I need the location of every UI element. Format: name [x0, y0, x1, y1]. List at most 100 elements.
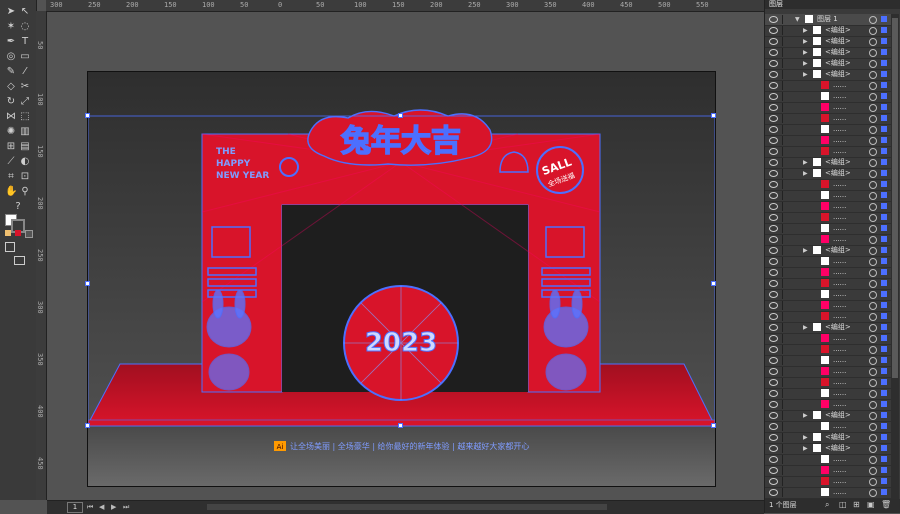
lock-toggle[interactable]	[782, 411, 792, 420]
target-circle-icon[interactable]	[869, 313, 877, 321]
visibility-eye-icon[interactable]	[769, 82, 778, 89]
target-circle-icon[interactable]	[869, 434, 877, 442]
prev-page-icon[interactable]: ◀	[99, 503, 104, 511]
layer-name[interactable]: ......	[833, 91, 846, 102]
lock-toggle[interactable]	[782, 422, 792, 431]
selection-indicator[interactable]	[881, 16, 887, 22]
blend-tool-icon[interactable]: ◐	[19, 156, 31, 168]
selection-indicator[interactable]	[881, 126, 887, 132]
visibility-eye-icon[interactable]	[769, 324, 778, 331]
target-circle-icon[interactable]	[869, 104, 877, 112]
color-mode-swatch[interactable]	[5, 230, 11, 236]
layer-name[interactable]: ......	[833, 278, 846, 289]
visibility-eye-icon[interactable]	[769, 60, 778, 67]
selection-indicator[interactable]	[881, 159, 887, 165]
lock-toggle[interactable]	[782, 147, 792, 156]
handle-bottom-left[interactable]	[85, 423, 90, 428]
magic-wand-tool-icon[interactable]: ✶	[5, 21, 17, 33]
selection-indicator[interactable]	[881, 434, 887, 440]
selection-indicator[interactable]	[881, 478, 887, 484]
gradient-mode-swatch[interactable]	[15, 230, 21, 236]
layer-name[interactable]: <编组>	[825, 25, 851, 36]
vertical-ruler[interactable]: 50 100 150 200 250 300 350 400 450	[36, 11, 47, 500]
expand-chevron-icon[interactable]: ▶	[803, 168, 808, 179]
lock-toggle[interactable]	[782, 191, 792, 200]
selection-indicator[interactable]	[881, 280, 887, 286]
target-circle-icon[interactable]	[869, 291, 877, 299]
delete-layer-icon[interactable]: 🗑	[881, 500, 891, 509]
selection-indicator[interactable]	[881, 38, 887, 44]
selection-indicator[interactable]	[881, 214, 887, 220]
visibility-eye-icon[interactable]	[769, 148, 778, 155]
make-clip-mask-icon[interactable]: ◫	[839, 500, 847, 509]
lock-toggle[interactable]	[782, 477, 792, 486]
visibility-eye-icon[interactable]	[769, 170, 778, 177]
layer-name[interactable]: ......	[833, 289, 846, 300]
visibility-eye-icon[interactable]	[769, 203, 778, 210]
visibility-eye-icon[interactable]	[769, 181, 778, 188]
lock-toggle[interactable]	[782, 103, 792, 112]
artboard-tool-icon[interactable]: ⊡	[19, 171, 31, 183]
new-layer-icon[interactable]: ▣	[867, 500, 875, 509]
visibility-eye-icon[interactable]	[769, 401, 778, 408]
visibility-eye-icon[interactable]	[769, 390, 778, 397]
pen-tool-icon[interactable]: ✒	[5, 36, 17, 48]
target-circle-icon[interactable]	[869, 16, 877, 24]
target-circle-icon[interactable]	[869, 137, 877, 145]
visibility-eye-icon[interactable]	[769, 192, 778, 199]
layer-name[interactable]: ......	[833, 212, 846, 223]
visibility-eye-icon[interactable]	[769, 214, 778, 221]
selection-indicator[interactable]	[881, 247, 887, 253]
visibility-eye-icon[interactable]	[769, 445, 778, 452]
selection-indicator[interactable]	[881, 71, 887, 77]
lock-toggle[interactable]	[782, 345, 792, 354]
lock-toggle[interactable]	[782, 444, 792, 453]
handle-bottom-center[interactable]	[398, 423, 403, 428]
selection-indicator[interactable]	[881, 302, 887, 308]
lock-toggle[interactable]	[782, 301, 792, 310]
first-page-icon[interactable]: ⏮	[87, 503, 93, 512]
layer-name[interactable]: ......	[833, 344, 846, 355]
layers-scrollbar[interactable]	[891, 14, 899, 499]
lock-toggle[interactable]	[782, 180, 792, 189]
visibility-eye-icon[interactable]	[769, 126, 778, 133]
lock-toggle[interactable]	[782, 378, 792, 387]
expand-chevron-icon[interactable]: ▶	[803, 47, 808, 58]
symbol-sprayer-icon[interactable]: ✺	[5, 126, 17, 138]
visibility-eye-icon[interactable]	[769, 346, 778, 353]
target-circle-icon[interactable]	[869, 60, 877, 68]
target-circle-icon[interactable]	[869, 93, 877, 101]
target-circle-icon[interactable]	[869, 38, 877, 46]
selection-indicator[interactable]	[881, 93, 887, 99]
visibility-eye-icon[interactable]	[769, 137, 778, 144]
lock-toggle[interactable]	[782, 279, 792, 288]
visibility-eye-icon[interactable]	[769, 335, 778, 342]
target-circle-icon[interactable]	[869, 346, 877, 354]
visibility-eye-icon[interactable]	[769, 236, 778, 243]
layer-name[interactable]: ......	[833, 80, 846, 91]
type-tool-icon[interactable]: T	[19, 36, 31, 48]
selection-indicator[interactable]	[881, 467, 887, 473]
visibility-eye-icon[interactable]	[769, 93, 778, 100]
target-circle-icon[interactable]	[869, 324, 877, 332]
visibility-eye-icon[interactable]	[769, 489, 778, 496]
target-circle-icon[interactable]	[869, 258, 877, 266]
layer-name[interactable]: <编组>	[825, 443, 851, 454]
visibility-eye-icon[interactable]	[769, 313, 778, 320]
target-circle-icon[interactable]	[869, 456, 877, 464]
slice-tool-icon[interactable]: ⌗	[5, 171, 17, 183]
selection-indicator[interactable]	[881, 291, 887, 297]
selection-indicator[interactable]	[881, 181, 887, 187]
handle-top-center[interactable]	[398, 113, 403, 118]
target-circle-icon[interactable]	[869, 225, 877, 233]
layer-name[interactable]: ......	[833, 421, 846, 432]
expand-chevron-icon[interactable]: ▶	[803, 25, 808, 36]
layer-name[interactable]: ......	[833, 454, 846, 465]
handle-mid-left[interactable]	[85, 281, 90, 286]
handle-top-left[interactable]	[85, 113, 90, 118]
layer-name[interactable]: <编组>	[825, 410, 851, 421]
selection-tool-icon[interactable]: ➤	[5, 6, 17, 18]
target-circle-icon[interactable]	[869, 412, 877, 420]
target-circle-icon[interactable]	[869, 203, 877, 211]
visibility-eye-icon[interactable]	[769, 280, 778, 287]
